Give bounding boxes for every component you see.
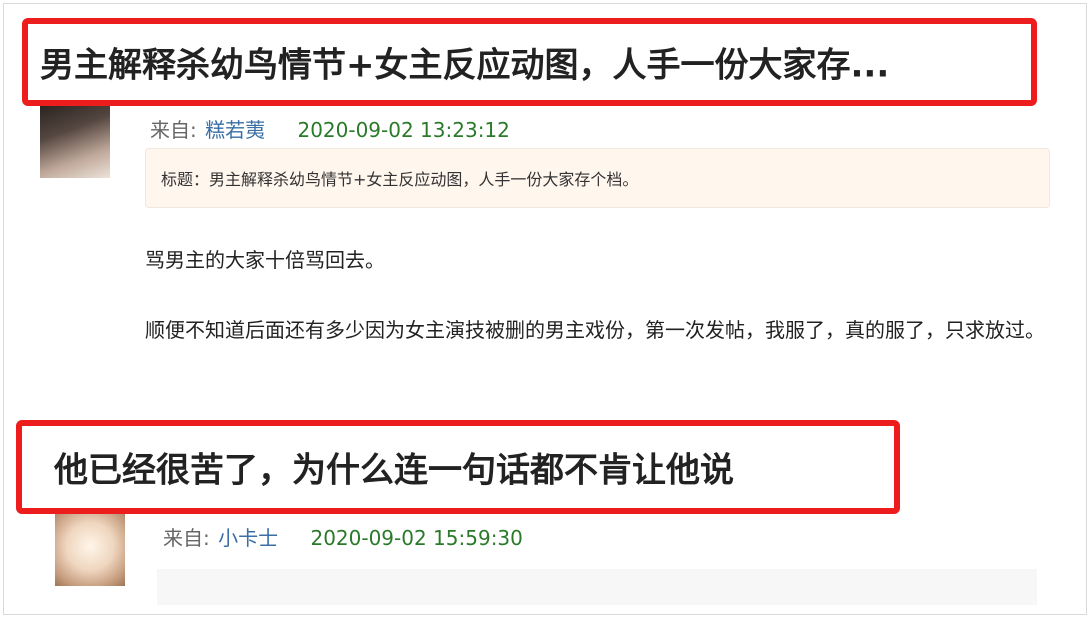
post1-timestamp: 2020-09-02 13:23:12 <box>297 118 510 142</box>
post1-title-text: 标题：男主解释杀幼鸟情节+女主反应动图，人手一份大家存个档。 <box>161 170 639 189</box>
post2-author-link[interactable]: 小卡士 <box>218 526 278 550</box>
post2-title-box <box>157 569 1037 605</box>
post1-headline-box: 男主解释杀幼鸟情节+女主反应动图，人手一份大家存... <box>22 18 1037 106</box>
post2-headline: 他已经很苦了，为什么连一句话都不肯让他说 <box>54 450 734 491</box>
post1-paragraph-1: 骂男主的大家十倍骂回去。 <box>145 248 385 272</box>
post2-avatar[interactable] <box>55 514 125 586</box>
post1-avatar[interactable] <box>40 106 110 178</box>
post1-headline: 男主解释杀幼鸟情节+女主反应动图，人手一份大家存... <box>40 45 890 86</box>
post1-paragraph-2: 顺便不知道后面还有多少因为女主演技被删的男主戏份，第一次发帖，我服了，真的服了，… <box>145 318 1045 342</box>
post1-from-label: 来自: <box>150 118 197 142</box>
post2-meta: 来自: 小卡士 2020-09-02 15:59:30 <box>163 522 523 551</box>
post1-author-link[interactable]: 糕若荑 <box>205 118 265 142</box>
post1-title-box: 标题：男主解释杀幼鸟情节+女主反应动图，人手一份大家存个档。 <box>145 148 1050 208</box>
post2-timestamp: 2020-09-02 15:59:30 <box>310 526 523 550</box>
post2-from-label: 来自: <box>163 526 210 550</box>
post1-meta: 来自: 糕若荑 2020-09-02 13:23:12 <box>150 114 510 143</box>
post2-headline-box: 他已经很苦了，为什么连一句话都不肯让他说 <box>16 420 900 514</box>
